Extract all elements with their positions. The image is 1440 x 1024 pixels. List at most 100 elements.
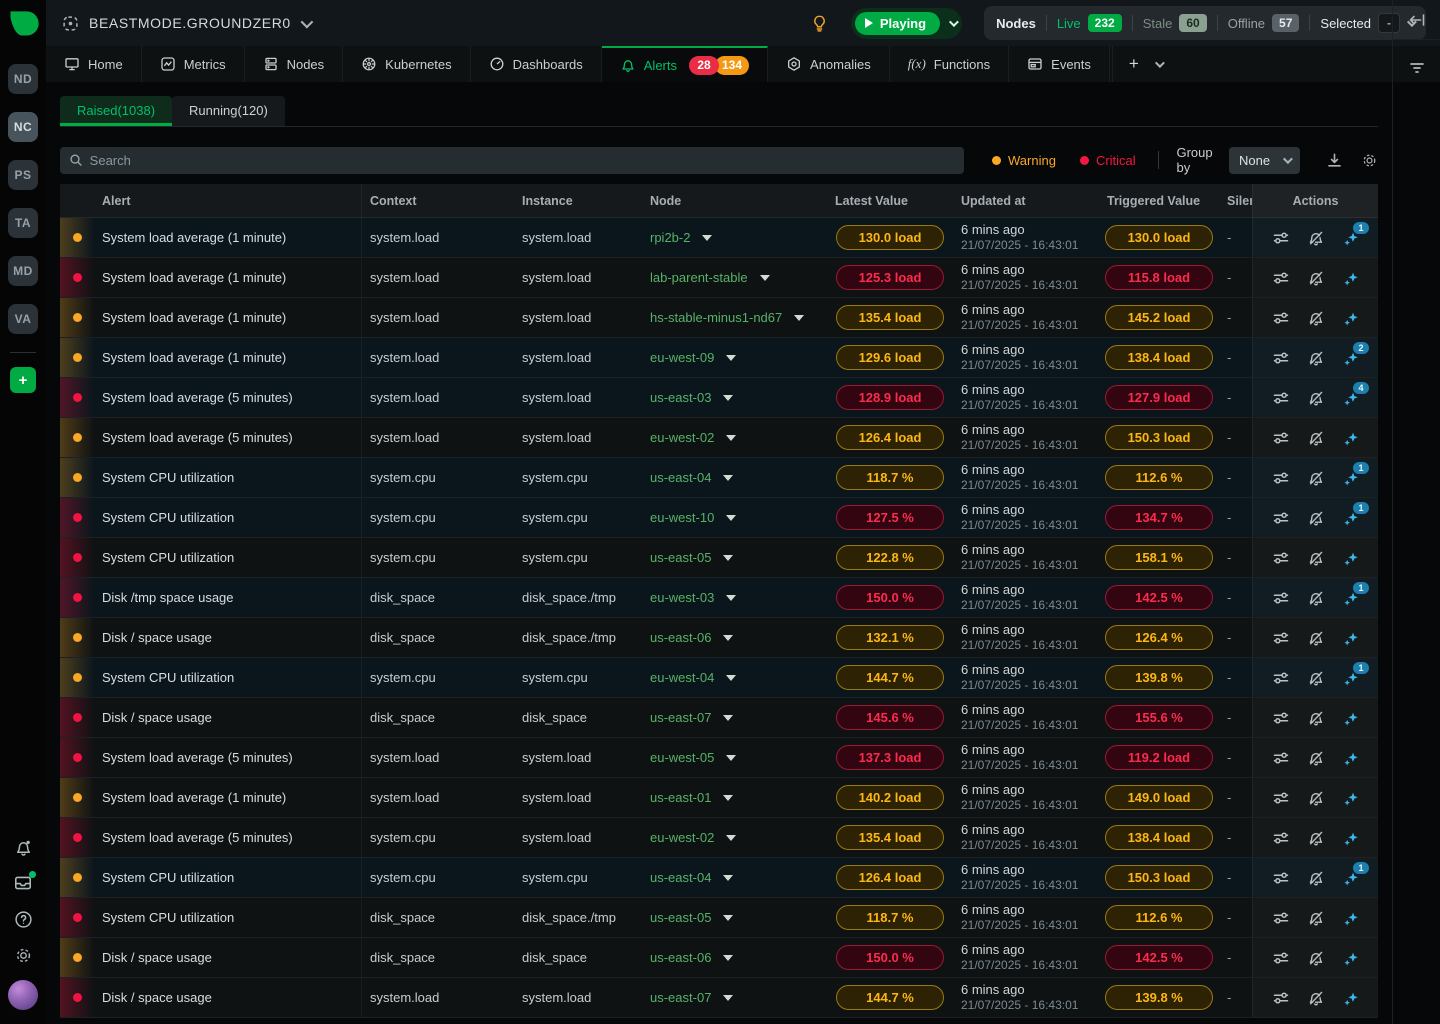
alert-configuration-icon[interactable] bbox=[1271, 508, 1291, 528]
alert-configuration-icon[interactable] bbox=[1271, 308, 1291, 328]
silence-bell-icon[interactable] bbox=[1306, 748, 1326, 768]
tab-nodes[interactable]: Nodes bbox=[245, 46, 344, 82]
silence-bell-icon[interactable] bbox=[1306, 788, 1326, 808]
sidebar-space-nc[interactable]: NC bbox=[8, 112, 38, 142]
ai-insights-sparkle-icon[interactable] bbox=[1341, 268, 1361, 288]
table-row[interactable]: System load average (1 minute) system.lo… bbox=[60, 778, 1378, 818]
alert-configuration-icon[interactable] bbox=[1271, 548, 1291, 568]
alert-configuration-icon[interactable] bbox=[1271, 348, 1291, 368]
silence-bell-icon[interactable] bbox=[1306, 668, 1326, 688]
alert-configuration-icon[interactable] bbox=[1271, 588, 1291, 608]
add-space-button[interactable]: + bbox=[10, 367, 36, 393]
header-context[interactable]: Context bbox=[362, 194, 514, 208]
inbox-icon[interactable] bbox=[12, 872, 34, 894]
silence-bell-icon[interactable] bbox=[1306, 308, 1326, 328]
node-link[interactable]: eu-west-10 bbox=[650, 510, 714, 525]
node-link[interactable]: eu-west-09 bbox=[650, 350, 714, 365]
alert-configuration-icon[interactable] bbox=[1271, 828, 1291, 848]
settings-gear-icon[interactable] bbox=[12, 944, 34, 966]
alert-configuration-icon[interactable] bbox=[1271, 868, 1291, 888]
tab-metrics[interactable]: Metrics bbox=[142, 46, 245, 82]
node-link[interactable]: eu-west-03 bbox=[650, 590, 714, 605]
header-instance[interactable]: Instance bbox=[514, 194, 642, 208]
node-caret-down-icon[interactable] bbox=[723, 955, 733, 961]
header-alert[interactable]: Alert bbox=[94, 184, 362, 218]
filter-button[interactable] bbox=[1408, 60, 1426, 79]
user-avatar[interactable] bbox=[8, 980, 38, 1010]
node-caret-down-icon[interactable] bbox=[723, 915, 733, 921]
search-input[interactable] bbox=[90, 153, 955, 168]
node-caret-down-icon[interactable] bbox=[726, 515, 736, 521]
alert-configuration-icon[interactable] bbox=[1271, 708, 1291, 728]
ai-insights-sparkle-icon[interactable]: 1 bbox=[1341, 468, 1361, 488]
ai-insights-sparkle-icon[interactable] bbox=[1341, 548, 1361, 568]
silence-bell-icon[interactable] bbox=[1306, 428, 1326, 448]
node-caret-down-icon[interactable] bbox=[794, 315, 804, 321]
table-row[interactable]: System load average (1 minute) system.lo… bbox=[60, 218, 1378, 258]
table-row[interactable]: System load average (1 minute) system.lo… bbox=[60, 298, 1378, 338]
play-state-control[interactable]: Playing bbox=[851, 8, 962, 39]
news-bulb-icon[interactable] bbox=[810, 14, 829, 33]
ai-insights-sparkle-icon[interactable] bbox=[1341, 748, 1361, 768]
node-caret-down-icon[interactable] bbox=[723, 555, 733, 561]
tabs-overflow-chevron-icon[interactable] bbox=[1155, 58, 1165, 68]
ai-insights-sparkle-icon[interactable]: 1 bbox=[1341, 228, 1361, 248]
node-caret-down-icon[interactable] bbox=[723, 635, 733, 641]
table-row[interactable]: Disk / space usage disk_space disk_space… bbox=[60, 938, 1378, 978]
table-row[interactable]: Disk /tmp space usage disk_space disk_sp… bbox=[60, 578, 1378, 618]
ai-insights-sparkle-icon[interactable]: 1 bbox=[1341, 508, 1361, 528]
node-link[interactable]: us-east-01 bbox=[650, 790, 711, 805]
silence-bell-icon[interactable] bbox=[1306, 228, 1326, 248]
table-row[interactable]: System load average (1 minute) system.lo… bbox=[60, 338, 1378, 378]
silence-bell-icon[interactable] bbox=[1306, 908, 1326, 928]
header-triggered-value[interactable]: Triggered Value bbox=[1099, 194, 1219, 208]
table-settings-gear-icon[interactable] bbox=[1361, 152, 1378, 169]
node-link[interactable]: eu-west-02 bbox=[650, 430, 714, 445]
node-caret-down-icon[interactable] bbox=[726, 755, 736, 761]
node-caret-down-icon[interactable] bbox=[702, 235, 712, 241]
node-link[interactable]: rpi2b-2 bbox=[650, 230, 690, 245]
alert-configuration-icon[interactable] bbox=[1271, 988, 1291, 1008]
tab-anomalies[interactable]: Anomalies bbox=[768, 46, 890, 82]
silence-bell-icon[interactable] bbox=[1306, 828, 1326, 848]
node-caret-down-icon[interactable] bbox=[760, 275, 770, 281]
table-row[interactable]: System load average (5 minutes) system.c… bbox=[60, 818, 1378, 858]
ai-insights-sparkle-icon[interactable] bbox=[1341, 828, 1361, 848]
silence-bell-icon[interactable] bbox=[1306, 988, 1326, 1008]
silence-bell-icon[interactable] bbox=[1306, 468, 1326, 488]
alert-configuration-icon[interactable] bbox=[1271, 948, 1291, 968]
alert-configuration-icon[interactable] bbox=[1271, 628, 1291, 648]
subtab-running[interactable]: Running(120) bbox=[172, 96, 285, 126]
node-link[interactable]: lab-parent-stable bbox=[650, 270, 748, 285]
table-row[interactable]: System load average (1 minute) system.lo… bbox=[60, 258, 1378, 298]
tab-alerts[interactable]: Alerts 28 134 bbox=[602, 46, 768, 82]
tab-home[interactable]: Home bbox=[46, 46, 142, 82]
node-link[interactable]: eu-west-05 bbox=[650, 750, 714, 765]
node-link[interactable]: hs-stable-minus1-nd67 bbox=[650, 310, 782, 325]
search-box[interactable] bbox=[60, 147, 964, 174]
ai-insights-sparkle-icon[interactable] bbox=[1341, 908, 1361, 928]
ai-insights-sparkle-icon[interactable]: 1 bbox=[1341, 588, 1361, 608]
table-row[interactable]: System CPU utilization system.cpu system… bbox=[60, 538, 1378, 578]
silence-bell-icon[interactable] bbox=[1306, 548, 1326, 568]
node-link[interactable]: us-east-07 bbox=[650, 710, 711, 725]
ai-insights-sparkle-icon[interactable]: 2 bbox=[1341, 348, 1361, 368]
sidebar-space-md[interactable]: MD bbox=[8, 256, 38, 286]
ai-insights-sparkle-icon[interactable] bbox=[1341, 948, 1361, 968]
node-link[interactable]: us-east-04 bbox=[650, 470, 711, 485]
header-latest-value[interactable]: Latest Value bbox=[827, 194, 953, 208]
ai-insights-sparkle-icon[interactable] bbox=[1341, 428, 1361, 448]
node-caret-down-icon[interactable] bbox=[723, 475, 733, 481]
node-caret-down-icon[interactable] bbox=[723, 875, 733, 881]
table-row[interactable]: System load average (5 minutes) system.l… bbox=[60, 738, 1378, 778]
node-caret-down-icon[interactable] bbox=[726, 435, 736, 441]
silence-bell-icon[interactable] bbox=[1306, 388, 1326, 408]
ai-insights-sparkle-icon[interactable]: 4 bbox=[1341, 388, 1361, 408]
alert-configuration-icon[interactable] bbox=[1271, 268, 1291, 288]
node-link[interactable]: us-east-07 bbox=[650, 990, 711, 1005]
node-caret-down-icon[interactable] bbox=[726, 835, 736, 841]
alert-configuration-icon[interactable] bbox=[1271, 668, 1291, 688]
ai-insights-sparkle-icon[interactable] bbox=[1341, 628, 1361, 648]
node-caret-down-icon[interactable] bbox=[723, 795, 733, 801]
header-silencing[interactable]: Silencing bbox=[1219, 194, 1252, 208]
